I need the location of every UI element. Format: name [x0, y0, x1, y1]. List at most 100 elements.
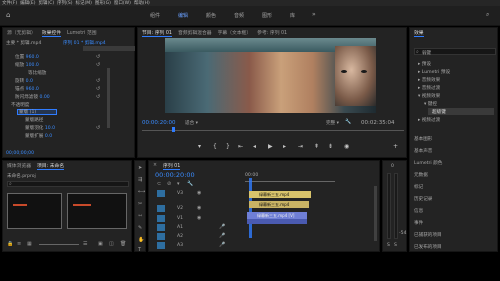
section-published[interactable]: 已发布的项目 — [414, 244, 442, 250]
reset-icon[interactable]: ↺ — [96, 54, 100, 60]
mask-feather-value[interactable]: 10.0 — [45, 126, 55, 131]
tab-effect-controls[interactable]: 效果控件 — [41, 29, 61, 37]
hand-tool-icon[interactable]: ✋ — [138, 237, 144, 243]
export-frame-icon[interactable]: ◉ — [344, 143, 349, 150]
tab-reference[interactable]: 参考: 序列 01 — [257, 29, 287, 36]
track-target-v3[interactable] — [157, 190, 165, 197]
tree-item-audio-effects[interactable]: ▸ 音频效果 — [418, 77, 440, 83]
tab-sequence[interactable]: 序列 01 — [163, 162, 181, 170]
track-target-a2[interactable] — [157, 233, 165, 240]
section-metadata[interactable]: 元数据 — [414, 172, 428, 178]
playhead[interactable] — [249, 178, 252, 238]
track-target-v1[interactable] — [157, 215, 165, 222]
zoom-slider[interactable] — [39, 244, 79, 245]
quality-select[interactable]: 完整 ▾ — [326, 120, 339, 126]
effect-controls-timecode[interactable]: 00;00;00;00 — [6, 151, 34, 156]
eye-icon[interactable]: ◉ — [197, 205, 201, 211]
scrollbar[interactable] — [107, 68, 110, 128]
track-label-v3[interactable]: V3 — [177, 191, 183, 196]
track-label-a1[interactable]: A1 — [177, 225, 183, 230]
rotation-value[interactable]: 0.0 — [26, 79, 33, 84]
add-marker-icon[interactable]: ▾ — [198, 143, 201, 150]
go-to-in-icon[interactable]: ⇤ — [238, 143, 243, 150]
tab-project[interactable]: 项目: 未命名 — [37, 162, 65, 170]
tree-item-presets[interactable]: ▸ 预设 — [418, 61, 431, 67]
mic-icon[interactable]: 🎤 — [219, 224, 225, 230]
clip-v2[interactable]: 绿幕新三五.mp4 — [249, 201, 309, 208]
workspace-editing[interactable]: 编辑 — [178, 12, 188, 19]
mic-icon[interactable]: 🎤 — [219, 233, 225, 239]
section-info[interactable]: 信息 — [414, 208, 423, 214]
clip-thumbnail[interactable] — [67, 193, 127, 229]
lift-icon[interactable]: ⇞ — [314, 143, 319, 150]
type-tool-icon[interactable]: T — [138, 247, 141, 253]
section-events[interactable]: 事件 — [414, 220, 423, 226]
close-icon[interactable]: × — [153, 163, 157, 168]
list-view-icon[interactable]: ≡ — [17, 241, 21, 247]
search-icon[interactable]: ⌕ — [486, 11, 489, 19]
home-icon[interactable]: ⌂ — [6, 11, 10, 19]
reset-icon[interactable]: ↺ — [96, 86, 100, 92]
mark-out-icon[interactable]: } — [226, 143, 230, 150]
playback-scrubber[interactable] — [142, 130, 404, 131]
track-select-tool-icon[interactable]: ⇶ — [138, 177, 142, 183]
position-value[interactable]: 960.0 — [26, 55, 39, 60]
tab-media-browser[interactable]: 媒体浏览器 — [7, 162, 31, 169]
reset-icon[interactable]: ↺ — [96, 125, 100, 131]
section-markers[interactable]: 标记 — [414, 184, 423, 190]
workspace-more-icon[interactable]: » — [312, 11, 316, 18]
tab-audio-mixer[interactable]: 音频剪辑混合器 — [178, 29, 212, 36]
timeline-timecode[interactable]: 00:00:20:00 — [155, 171, 195, 179]
sort-icon[interactable]: ☰ — [83, 241, 87, 247]
track-label-v1[interactable]: V1 — [177, 216, 183, 221]
trash-icon[interactable]: 🗑 — [120, 241, 126, 247]
wrench-icon[interactable]: 🔧 — [345, 119, 351, 125]
extract-icon[interactable]: ⇟ — [328, 143, 333, 150]
linked-selection-icon[interactable]: ⊘ — [167, 181, 171, 187]
eye-icon[interactable]: ◉ — [197, 215, 201, 221]
ripple-edit-tool-icon[interactable]: ⟷ — [138, 189, 145, 195]
slip-tool-icon[interactable]: ⇿ — [138, 213, 142, 219]
uniform-scale-checkbox[interactable]: 等比缩放 — [28, 70, 46, 76]
section-essential-graphics[interactable]: 基本图形 — [414, 136, 432, 142]
workspace-graphics[interactable]: 图形 — [262, 12, 272, 19]
icon-view-icon[interactable]: ▦ — [27, 241, 32, 247]
time-ruler[interactable] — [245, 181, 335, 182]
track-target-v2[interactable] — [157, 205, 165, 212]
workspace-audio[interactable]: 音频 — [234, 12, 244, 19]
track-label-v2[interactable]: V2 — [177, 206, 183, 211]
mic-icon[interactable]: 🎤 — [219, 242, 225, 248]
workspace-color[interactable]: 颜色 — [206, 12, 216, 19]
bin-thumbnail[interactable] — [7, 193, 62, 229]
settings-wrench-icon[interactable]: 🔧 — [187, 181, 193, 187]
zoom-select[interactable]: 适合 ▾ — [185, 120, 198, 126]
tab-captions[interactable]: 字幕（文本框） — [218, 29, 252, 36]
eye-icon[interactable]: ◉ — [197, 190, 201, 196]
play-icon[interactable]: ▶ — [268, 143, 273, 150]
track-label-a3[interactable]: A3 — [177, 243, 183, 248]
pen-tool-icon[interactable]: ✎ — [138, 225, 142, 231]
new-bin-icon[interactable]: ▣ — [98, 241, 103, 247]
clip-v1[interactable]: 绿幕新三五.mp4 [V] — [247, 212, 307, 219]
playhead-marker[interactable] — [172, 127, 175, 132]
anchor-value[interactable]: 960.0 — [26, 87, 39, 92]
tree-item-video-effects[interactable]: ▾ 视频效果 — [418, 93, 440, 99]
opacity-section[interactable]: 不透明度 — [11, 102, 29, 108]
mark-in-icon[interactable]: { — [213, 143, 217, 150]
step-back-icon[interactable]: ◂ — [253, 143, 256, 150]
antiflicker-value[interactable]: 0.00 — [39, 95, 49, 100]
section-captured[interactable]: 已捕获的项目 — [414, 232, 442, 238]
add-button-icon[interactable]: + — [393, 143, 398, 150]
tree-item-video-transitions[interactable]: ▸ 视频过渡 — [418, 117, 440, 123]
timeline-scrollbar[interactable] — [374, 186, 377, 241]
add-marker-icon[interactable]: ▾ — [177, 181, 180, 187]
track-target-a1[interactable] — [157, 224, 165, 231]
tab-source[interactable]: 源（无剪辑） — [7, 29, 36, 36]
reset-icon[interactable]: ↺ — [96, 78, 100, 84]
track-target-a3[interactable] — [157, 242, 165, 249]
reset-icon[interactable]: ↺ — [96, 62, 100, 68]
step-forward-icon[interactable]: ▸ — [283, 143, 286, 150]
section-lumetri-color[interactable]: Lumetri 颜色 — [414, 160, 442, 166]
tab-lumetri-scopes[interactable]: Lumetri 范围 — [67, 29, 97, 36]
project-search-input[interactable]: ⌕ — [7, 181, 129, 187]
